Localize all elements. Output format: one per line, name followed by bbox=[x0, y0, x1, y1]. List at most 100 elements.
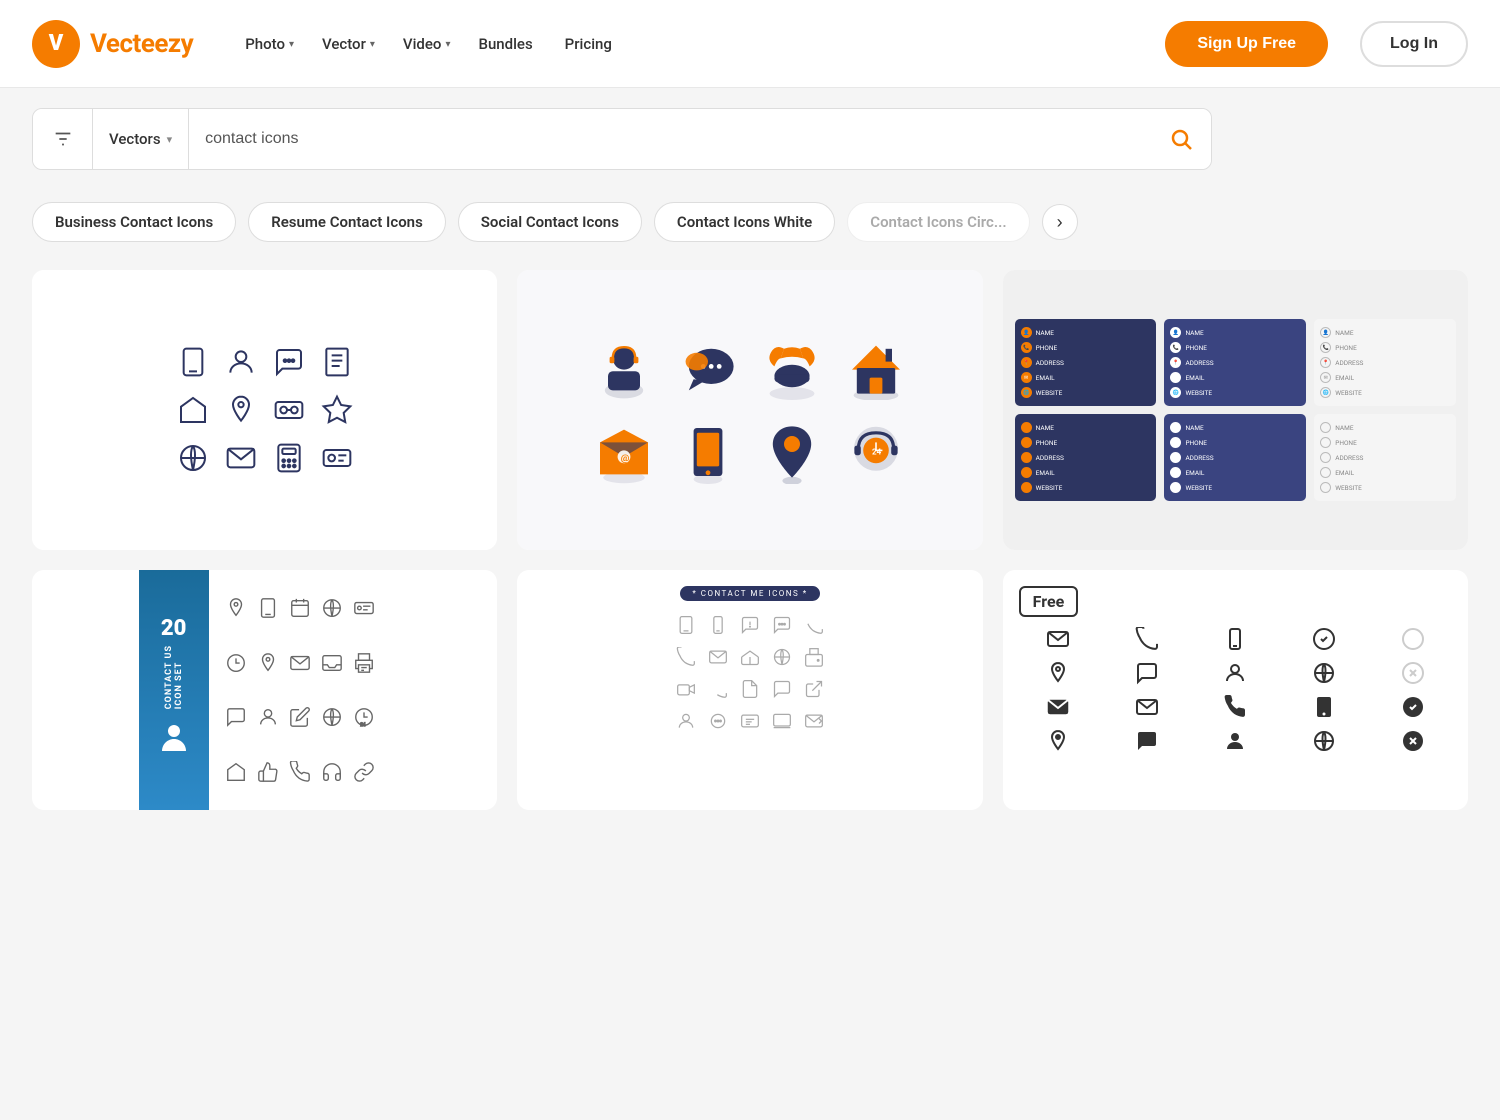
outline-icon-mail bbox=[289, 652, 311, 674]
free-icon-person3 bbox=[1196, 661, 1275, 685]
chip-contact-white[interactable]: Contact Icons White bbox=[654, 202, 835, 242]
cm-icon-mail-arrow bbox=[804, 711, 824, 731]
outline-icon-print bbox=[353, 652, 375, 674]
icon-telephone bbox=[760, 336, 824, 400]
icon-house bbox=[844, 336, 908, 400]
free-icon-phone4 bbox=[1196, 695, 1275, 719]
contact-me-badge: * CONTACT ME ICONS * bbox=[680, 586, 819, 601]
main-nav: Photo ▾ Vector ▾ Video ▾ Bundles Pricing bbox=[233, 27, 667, 61]
search-type-selector[interactable]: Vectors ▾ bbox=[93, 108, 189, 170]
dark-mini-card-5: NAME PHONE ADDRESS EMAIL bbox=[1164, 414, 1306, 501]
icon-globe bbox=[177, 442, 209, 474]
search-input[interactable] bbox=[189, 130, 1151, 148]
contact-me-icons-grid bbox=[676, 615, 824, 731]
cm-icon-info-bubble bbox=[740, 615, 760, 635]
card-contact-me-icons[interactable]: * CONTACT ME ICONS * bbox=[517, 570, 982, 810]
card-colorful-contact-icons[interactable]: @ bbox=[517, 270, 982, 550]
svg-text:24: 24 bbox=[360, 722, 366, 728]
icon-phone bbox=[177, 346, 209, 378]
dark-mini-card-1: 👤 NAME 📞 PHONE 📍 ADDRESS ✉ bbox=[1015, 319, 1157, 406]
free-icon-mobile2 bbox=[1196, 627, 1275, 651]
icon-speech-bubble bbox=[676, 336, 740, 400]
card-contact-icons-white[interactable]: 👤 NAME 📞 PHONE 📍 ADDRESS ✉ bbox=[1003, 270, 1468, 550]
search-type-arrow: ▾ bbox=[167, 133, 173, 146]
free-icon-person-filled bbox=[1196, 729, 1275, 753]
more-chips-button[interactable]: › bbox=[1042, 204, 1078, 240]
login-button[interactable]: Log In bbox=[1360, 21, 1468, 67]
free-icon-x-filled bbox=[1373, 729, 1452, 753]
outline-icon-thumbsup bbox=[257, 761, 279, 783]
header: V Vecteezy Photo ▾ Vector ▾ Video ▾ Bund… bbox=[0, 0, 1500, 88]
photo-dropdown-icon: ▾ bbox=[289, 39, 294, 50]
outline-icon-calendar bbox=[289, 597, 311, 619]
dark-mini-card-2: 👤 NAME 📞 PHONE 📍 ADDRESS ✉ bbox=[1164, 319, 1306, 406]
blue-sidebar-layout: 20 CONTACT USICON SET bbox=[139, 570, 391, 810]
sidebar-label: CONTACT USICON SET bbox=[164, 645, 184, 709]
free-icon-mail3 bbox=[1019, 695, 1098, 719]
logo[interactable]: V Vecteezy bbox=[32, 20, 193, 68]
outline-icon-link bbox=[353, 761, 375, 783]
cm-icon-newsletter bbox=[740, 711, 760, 731]
card-20-contact-icons[interactable]: 20 CONTACT USICON SET bbox=[32, 570, 497, 810]
icon-star bbox=[321, 394, 353, 426]
card-free-icons[interactable]: Free bbox=[1003, 570, 1468, 810]
icon-mail bbox=[225, 442, 257, 474]
signup-button[interactable]: Sign Up Free bbox=[1165, 21, 1328, 67]
free-icon-mail-open bbox=[1019, 627, 1098, 651]
icon-pin bbox=[760, 420, 824, 484]
free-icon-tablet2 bbox=[1285, 695, 1364, 719]
cm-icon-phone2 bbox=[676, 647, 696, 667]
cards-row-1: @ bbox=[32, 270, 1468, 550]
svg-text:@: @ bbox=[621, 453, 630, 464]
outline-icon-globe bbox=[321, 597, 343, 619]
cards-row-2: 20 CONTACT USICON SET bbox=[32, 570, 1468, 810]
cm-icon-laptop bbox=[772, 711, 792, 731]
nav-video[interactable]: Video ▾ bbox=[391, 27, 463, 61]
free-icon-chat3 bbox=[1107, 661, 1186, 685]
search-bar-area: Vectors ▾ bbox=[0, 88, 1500, 190]
filter-button[interactable] bbox=[33, 108, 93, 170]
icon-contact-card bbox=[321, 442, 353, 474]
chip-business-contact[interactable]: Business Contact Icons bbox=[32, 202, 236, 242]
dark-mini-card-4: NAME PHONE ADDRESS EMAIL bbox=[1015, 414, 1157, 501]
icon-location bbox=[225, 394, 257, 426]
chip-contact-circ[interactable]: Contact Icons Circ... bbox=[847, 202, 1029, 242]
free-badge-row: Free bbox=[1019, 586, 1452, 617]
nav-vector[interactable]: Vector ▾ bbox=[310, 27, 387, 61]
cm-icon-phone3 bbox=[708, 679, 728, 699]
free-icon-pin2 bbox=[1019, 661, 1098, 685]
cm-icon-fax bbox=[804, 647, 824, 667]
icon-count: 20 bbox=[161, 616, 187, 641]
chip-social-contact[interactable]: Social Contact Icons bbox=[458, 202, 642, 242]
outline-icon-person bbox=[257, 706, 279, 728]
cm-icon-globe3 bbox=[772, 647, 792, 667]
nav-bundles[interactable]: Bundles bbox=[466, 27, 544, 61]
search-submit-button[interactable] bbox=[1151, 108, 1211, 170]
cm-icon-export bbox=[804, 679, 824, 699]
outline-icon-clock2: 24 bbox=[353, 706, 375, 728]
free-icon-globe-filled bbox=[1285, 729, 1364, 753]
icon-notebook bbox=[321, 346, 353, 378]
icon-cassette bbox=[273, 394, 305, 426]
blue-sidebar: 20 CONTACT USICON SET bbox=[139, 570, 209, 810]
search-type-label: Vectors bbox=[109, 130, 161, 148]
free-icon-phone-ring bbox=[1107, 627, 1186, 651]
free-icon-mail4 bbox=[1107, 695, 1186, 719]
nav-pricing[interactable]: Pricing bbox=[549, 27, 628, 61]
icon-chat bbox=[273, 346, 305, 378]
card-business-contact-icons[interactable] bbox=[32, 270, 497, 550]
icon-calculator bbox=[273, 442, 305, 474]
outline-icons-grid: 24 bbox=[209, 570, 391, 810]
cm-icon-chat2 bbox=[772, 679, 792, 699]
free-icon-placeholder bbox=[1373, 627, 1452, 651]
business-icons-grid bbox=[161, 330, 369, 490]
colorful-icons-grid: @ bbox=[582, 326, 918, 494]
chip-resume-contact[interactable]: Resume Contact Icons bbox=[248, 202, 446, 242]
video-dropdown-icon: ▾ bbox=[445, 39, 450, 50]
outline-icon-location-pin bbox=[257, 652, 279, 674]
logo-icon: V bbox=[32, 20, 80, 68]
dark-mini-card-6: NAME PHONE ADDRESS EMAIL bbox=[1314, 414, 1456, 501]
nav-photo[interactable]: Photo ▾ bbox=[233, 27, 306, 61]
free-icon-check-circle bbox=[1285, 627, 1364, 651]
free-icon-checkmark-filled bbox=[1373, 695, 1452, 719]
